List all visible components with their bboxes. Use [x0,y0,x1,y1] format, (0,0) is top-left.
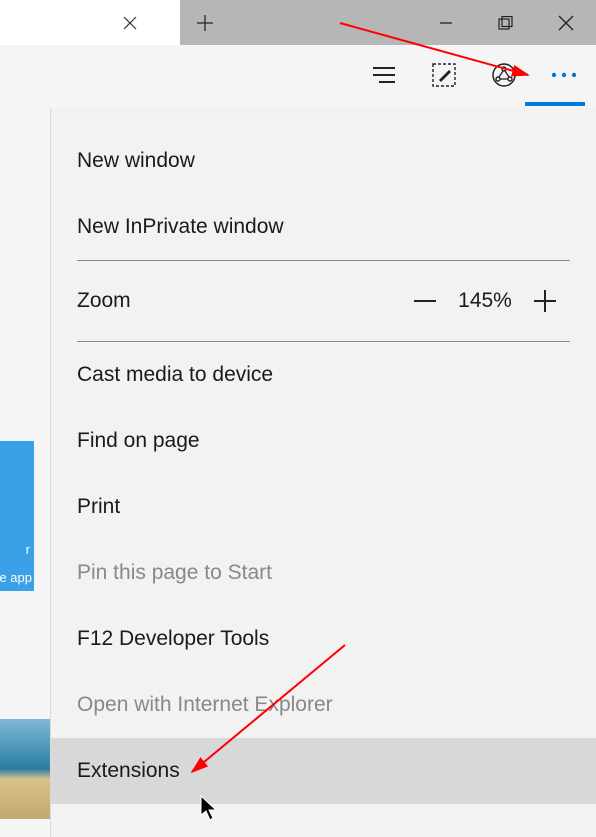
menu-item-print[interactable]: Print [51,474,596,540]
share-icon [491,62,517,88]
zoom-label: Zoom [77,289,131,313]
maximize-button[interactable] [476,0,536,45]
menu-item-extensions[interactable]: Extensions [51,738,596,804]
tab-strip [0,0,180,45]
minus-icon [411,287,439,315]
more-dots-icon [549,70,579,80]
menu-item-label: Pin this page to Start [77,561,272,585]
photo-thumbnail-partial[interactable] [0,719,50,819]
plus-icon [196,14,214,32]
web-note-button[interactable] [427,58,461,92]
edge-window: r e app New window New InPrivate window … [0,0,596,837]
menu-item-new-window[interactable]: New window [51,128,596,194]
pinned-tile-partial[interactable]: r e app [0,441,34,591]
plus-icon [531,287,559,315]
menu-item-open-ie: Open with Internet Explorer [51,672,596,738]
menu-zoom-row: Zoom 145% [51,261,596,341]
menu-item-label: New InPrivate window [77,215,284,239]
new-tab-button[interactable] [180,0,230,45]
menu-item-label: New window [77,149,195,173]
reading-view-icon [371,65,397,85]
close-icon [558,15,574,31]
close-icon [123,16,137,30]
window-controls [416,0,596,45]
web-note-icon [431,62,457,88]
tile-text-fragment: e app [0,570,32,585]
menu-item-new-inprivate[interactable]: New InPrivate window [51,194,596,260]
menu-item-label: Print [77,495,120,519]
toolbar [0,45,596,105]
tab-close-button[interactable] [110,0,150,45]
close-window-button[interactable] [536,0,596,45]
mouse-cursor-icon [200,795,220,823]
maximize-icon [498,16,514,30]
menu-item-label: F12 Developer Tools [77,627,269,651]
zoom-in-button[interactable] [520,287,570,315]
titlebar [0,0,596,45]
menu-item-pin-to-start: Pin this page to Start [51,540,596,606]
share-button[interactable] [487,58,521,92]
minimize-button[interactable] [416,0,476,45]
tile-text-fragment: r [26,542,30,557]
menu-item-label: Cast media to device [77,363,273,387]
menu-item-label: Find on page [77,429,200,453]
menu-item-label: Open with Internet Explorer [77,693,333,717]
more-actions-button[interactable] [547,58,581,92]
zoom-out-button[interactable] [400,287,450,315]
zoom-value: 145% [450,289,520,313]
titlebar-area [180,0,596,45]
menu-item-find[interactable]: Find on page [51,408,596,474]
menu-item-cast[interactable]: Cast media to device [51,342,596,408]
minimize-icon [439,16,453,30]
more-actions-indicator [525,102,585,106]
menu-item-label: Extensions [77,759,180,783]
menu-item-devtools[interactable]: F12 Developer Tools [51,606,596,672]
reading-view-button[interactable] [367,58,401,92]
more-actions-menu: New window New InPrivate window Zoom 145… [50,108,596,837]
